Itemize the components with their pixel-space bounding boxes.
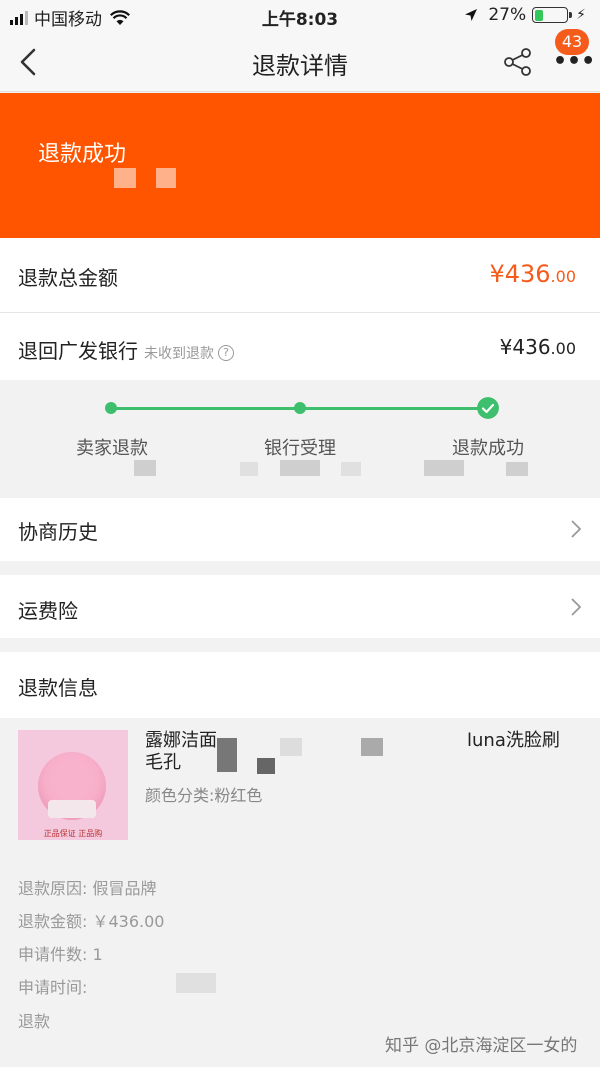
battery-icon bbox=[532, 7, 573, 23]
redaction-mask bbox=[424, 460, 464, 476]
progress-dot bbox=[105, 402, 117, 414]
negotiation-history-label: 协商历史 bbox=[18, 520, 98, 544]
refund-status-banner: 退款成功 bbox=[0, 93, 600, 238]
negotiation-history-row[interactable]: 协商历史 bbox=[0, 498, 600, 561]
refund-total-row: 退款总金额 ¥436.00 bbox=[0, 238, 600, 312]
location-arrow-icon bbox=[465, 9, 478, 21]
refund-reason: 退款原因: 假冒品牌 bbox=[18, 879, 157, 898]
not-received-note[interactable]: 未收到退款 bbox=[144, 346, 214, 362]
help-icon[interactable]: ? bbox=[218, 345, 234, 361]
redaction-mask bbox=[280, 460, 320, 476]
progress-step-label: 退款成功 bbox=[452, 438, 524, 459]
redaction-mask bbox=[506, 462, 528, 476]
apply-time: 申请时间: bbox=[18, 978, 88, 997]
redaction-mask bbox=[240, 462, 258, 476]
product-thumbnail[interactable]: 正品保证 正品购 bbox=[18, 730, 128, 840]
refund-total-label: 退款总金额 bbox=[18, 266, 118, 290]
nav-bar: 退款详情 ••• bbox=[0, 32, 600, 92]
product-card[interactable]: 正品保证 正品购 露娜洁面 luna洗脸刷 毛孔 颜色分类:粉红色 bbox=[0, 718, 600, 855]
bank-refund-amount: ¥436.00 bbox=[499, 335, 576, 359]
progress-step-label: 银行受理 bbox=[264, 438, 336, 459]
redaction-mask bbox=[280, 738, 302, 756]
product-title: 露娜洁面 luna洗脸刷 毛孔 bbox=[145, 730, 560, 774]
refund-status-title: 退款成功 bbox=[38, 142, 127, 167]
redaction-mask bbox=[134, 460, 156, 476]
thumbnail-caption: 正品保证 正品购 bbox=[43, 829, 103, 838]
status-bar: 中国移动 上午8:03 27% ⚡ bbox=[0, 0, 600, 32]
watermark: 知乎 @北京海淀区一女的 bbox=[385, 1036, 578, 1056]
more-menu-icon[interactable]: ••• bbox=[553, 51, 595, 76]
refund-details: 退款原因: 假冒品牌 退款金额: ￥436.00 申请件数: 1 申请时间: 退… bbox=[0, 855, 600, 1067]
refund-info-heading: 退款信息 bbox=[18, 676, 98, 700]
refund-progress: 卖家退款 银行受理 退款成功 bbox=[0, 380, 600, 498]
refund-number-partial: 退款 bbox=[18, 1012, 51, 1031]
redaction-mask bbox=[217, 738, 237, 772]
refund-total-amount: ¥436.00 bbox=[489, 260, 576, 288]
redaction-mask bbox=[114, 168, 136, 188]
refund-amount-line: 退款金额: ￥436.00 bbox=[18, 912, 165, 931]
refund-info-header: 退款信息 bbox=[0, 652, 600, 718]
apply-quantity: 申请件数: 1 bbox=[18, 945, 103, 964]
progress-dot bbox=[294, 402, 306, 414]
shipping-insurance-row[interactable]: 运费险 bbox=[0, 575, 600, 638]
charging-bolt-icon: ⚡ bbox=[576, 7, 586, 23]
redaction-mask bbox=[257, 758, 275, 774]
battery-percent: 27% bbox=[488, 5, 527, 25]
redaction-mask bbox=[361, 738, 383, 756]
redaction-mask bbox=[176, 973, 216, 993]
product-spec: 颜色分类:粉红色 bbox=[145, 786, 263, 805]
chevron-right-icon bbox=[571, 598, 582, 616]
share-icon[interactable] bbox=[502, 46, 534, 78]
status-right: 27% ⚡ bbox=[464, 5, 586, 25]
check-icon bbox=[477, 397, 499, 419]
notification-badge: 43 bbox=[555, 29, 589, 55]
progress-step-label: 卖家退款 bbox=[76, 438, 148, 459]
shipping-insurance-label: 运费险 bbox=[18, 599, 78, 623]
redaction-mask bbox=[156, 168, 176, 188]
bank-refund-row: 退回广发银行 未收到退款? ¥436.00 bbox=[0, 313, 600, 380]
redaction-mask bbox=[341, 462, 361, 476]
chevron-right-icon bbox=[571, 520, 582, 538]
bank-refund-label: 退回广发银行 未收到退款? bbox=[18, 335, 234, 364]
